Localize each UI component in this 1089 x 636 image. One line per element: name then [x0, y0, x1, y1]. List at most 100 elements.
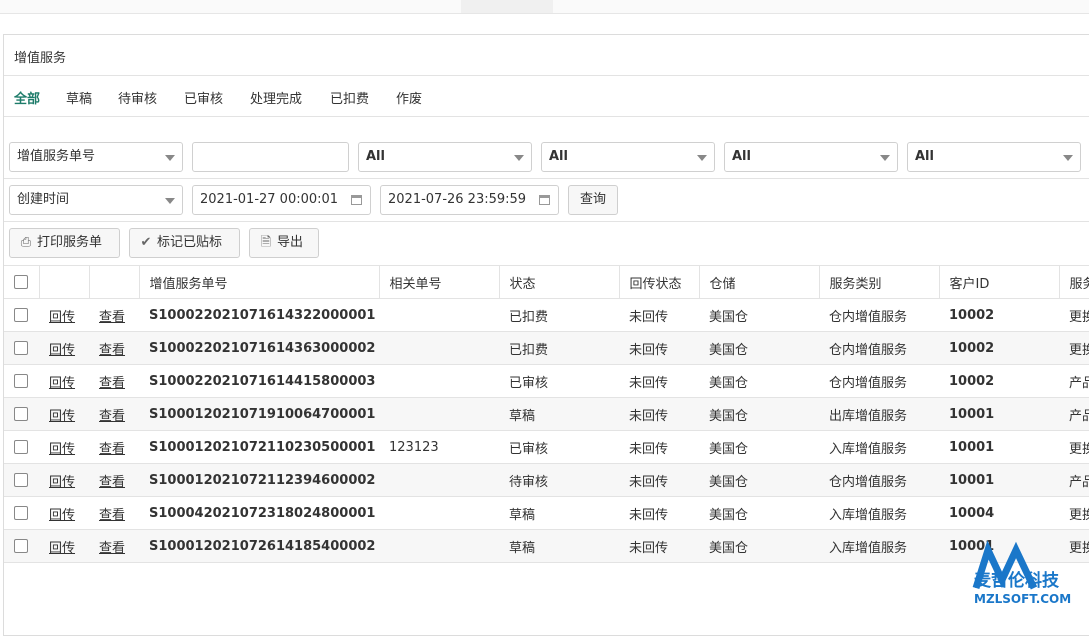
view-action-cell: 查看 [89, 331, 139, 365]
service-number: S100012021072112394600002 [139, 463, 379, 497]
related-number [379, 529, 499, 563]
status: 已审核 [499, 364, 619, 398]
row-checkbox[interactable] [14, 374, 28, 388]
table-row[interactable]: 回传 查看 S100012021071910064700001 草稿 未回传 美国仓 出库增… [4, 397, 1089, 431]
reply-action-cell: 回传 [39, 463, 89, 497]
service-number: S100012021072614185400002 [139, 529, 379, 563]
select-all-checkbox[interactable] [14, 275, 28, 289]
mark-label: 标记已贴标 [157, 235, 223, 250]
filter-select-1[interactable]: All [358, 142, 532, 172]
service-number: S100022021071614363000002 [139, 331, 379, 365]
search-field-select[interactable]: 增值服务单号 [9, 142, 183, 172]
chevron-down-icon [165, 155, 175, 161]
warehouse: 美国仓 [699, 430, 819, 464]
warehouse: 美国仓 [699, 331, 819, 365]
search-field-value: 增值服务单号 [17, 149, 96, 164]
status: 草稿 [499, 529, 619, 563]
view-link[interactable]: 查看 [99, 442, 125, 457]
status: 已审核 [499, 430, 619, 464]
header-related-number[interactable]: 相关单号 [379, 265, 500, 299]
row-checkbox[interactable] [14, 506, 28, 520]
print-label: 打印服务单 [37, 235, 103, 250]
tab-completed[interactable]: 处理完成 [250, 88, 302, 107]
service: 产品 [1059, 397, 1089, 431]
search-input[interactable] [192, 142, 349, 172]
table-row[interactable]: 回传 查看 S100012021072110230500001 123123 已审核 未回… [4, 430, 1089, 464]
end-time-value: 2021-07-26 23:59:59 [388, 192, 527, 207]
table-row[interactable]: 回传 查看 S100022021071614322000001 已扣费 未回传 美国仓 仓内… [4, 298, 1089, 332]
view-link[interactable]: 查看 [99, 310, 125, 325]
export-button[interactable]: 🗎 导出 [249, 228, 319, 258]
filter-select-2[interactable]: All [541, 142, 715, 172]
reply-link[interactable]: 回传 [49, 475, 75, 490]
reply-action-cell: 回传 [39, 529, 89, 563]
view-link[interactable]: 查看 [99, 343, 125, 358]
table-row[interactable]: 回传 查看 S100022021071614363000002 已扣费 未回传 美国仓 仓内… [4, 331, 1089, 365]
tab-all[interactable]: 全部 [14, 88, 40, 107]
top-tab[interactable] [461, 0, 553, 13]
view-link[interactable]: 查看 [99, 475, 125, 490]
header-status[interactable]: 状态 [499, 265, 620, 299]
end-time-input[interactable]: 2021-07-26 23:59:59 [380, 185, 559, 215]
reply-action-cell: 回传 [39, 430, 89, 464]
service-category: 入库增值服务 [819, 430, 939, 464]
filter-select-3[interactable]: All [724, 142, 898, 172]
row-checkbox[interactable] [14, 440, 28, 454]
reply-link[interactable]: 回传 [49, 376, 75, 391]
view-link[interactable]: 查看 [99, 508, 125, 523]
row-select-cell [4, 331, 39, 365]
filter-select-4[interactable]: All [907, 142, 1081, 172]
reply-link[interactable]: 回传 [49, 442, 75, 457]
start-time-input[interactable]: 2021-01-27 00:00:01 [192, 185, 371, 215]
tab-voided[interactable]: 作废 [396, 88, 422, 107]
divider [4, 178, 1089, 179]
header-service-category[interactable]: 服务类别 [819, 265, 940, 299]
header-reply-status[interactable]: 回传状态 [619, 265, 700, 299]
table-row[interactable]: 回传 查看 S100012021072614185400002 草稿 未回传 美国仓 入库增… [4, 529, 1089, 563]
related-number [379, 364, 499, 398]
time-field-select[interactable]: 创建时间 [9, 185, 183, 215]
table-row[interactable]: 回传 查看 S100012021072112394600002 待审核 未回传 美国仓 仓内… [4, 463, 1089, 497]
query-button[interactable]: 查询 [568, 185, 618, 215]
reply-link[interactable]: 回传 [49, 409, 75, 424]
view-link[interactable]: 查看 [99, 541, 125, 556]
row-checkbox[interactable] [14, 539, 28, 553]
row-checkbox[interactable] [14, 341, 28, 355]
calendar-icon [539, 195, 550, 205]
status: 已扣费 [499, 331, 619, 365]
header-service-number[interactable]: 增值服务单号 [139, 265, 380, 299]
row-checkbox[interactable] [14, 407, 28, 421]
header-service[interactable]: 服务 [1059, 265, 1089, 299]
service: 更换 [1059, 331, 1089, 365]
mark-labeled-button[interactable]: ✔ 标记已贴标 [129, 228, 240, 258]
row-checkbox[interactable] [14, 308, 28, 322]
header-warehouse[interactable]: 仓储 [699, 265, 820, 299]
tab-draft[interactable]: 草稿 [66, 88, 92, 107]
tab-pending[interactable]: 待审核 [118, 88, 157, 107]
customer-id: 10001 [939, 397, 1059, 431]
view-action-cell: 查看 [89, 463, 139, 497]
divider [4, 116, 1089, 117]
view-link[interactable]: 查看 [99, 409, 125, 424]
row-select-cell [4, 463, 39, 497]
reply-link[interactable]: 回传 [49, 310, 75, 325]
print-button[interactable]: ⎙ 打印服务单 [9, 228, 120, 258]
row-checkbox[interactable] [14, 473, 28, 487]
header-customer-id[interactable]: 客户ID [939, 265, 1060, 299]
service-number: S100012021071910064700001 [139, 397, 379, 431]
related-number [379, 496, 499, 530]
tab-charged[interactable]: 已扣费 [330, 88, 369, 107]
tab-approved[interactable]: 已审核 [184, 88, 223, 107]
reply-link[interactable]: 回传 [49, 343, 75, 358]
watermark-name: 麦哲伦科技 [974, 571, 1059, 591]
table-row[interactable]: 回传 查看 S100042021072318024800001 草稿 未回传 美国仓 入库增… [4, 496, 1089, 530]
reply-link[interactable]: 回传 [49, 541, 75, 556]
table-row[interactable]: 回传 查看 S100022021071614415800003 已审核 未回传 美国仓 仓内… [4, 364, 1089, 398]
reply-status: 未回传 [619, 529, 699, 563]
customer-id: 10002 [939, 298, 1059, 332]
chevron-down-icon [1063, 155, 1073, 161]
view-link[interactable]: 查看 [99, 376, 125, 391]
table-header-row: 增值服务单号 相关单号 状态 回传状态 仓储 服务类别 客户ID 服务 [4, 265, 1089, 299]
panel-title: 增值服务 [14, 51, 67, 66]
reply-link[interactable]: 回传 [49, 508, 75, 523]
